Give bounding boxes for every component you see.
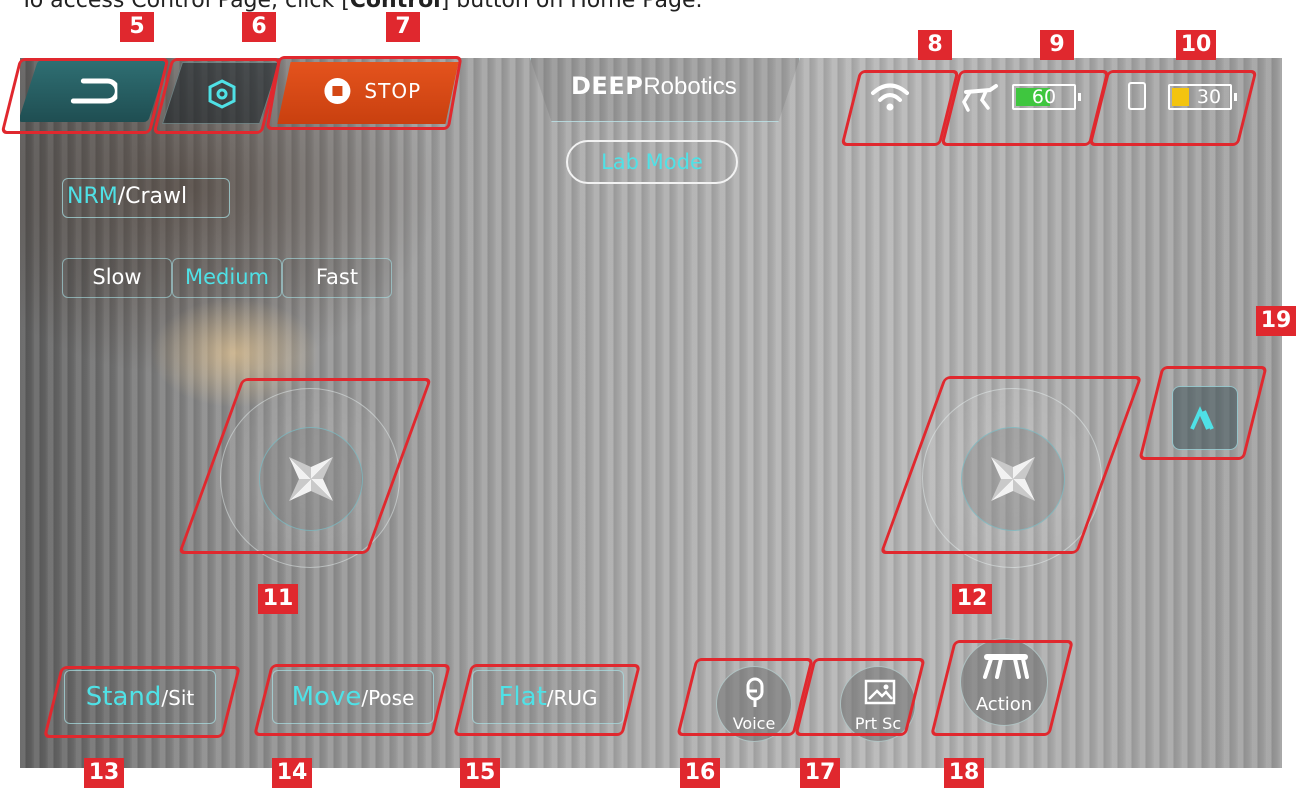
label-7: 7: [386, 12, 420, 42]
highlight-14: [253, 664, 451, 736]
gait-primary: NRM: [67, 184, 118, 209]
label-14: 14: [272, 758, 312, 788]
label-18: 18: [944, 758, 984, 788]
lab-mode-badge: Lab Mode: [566, 140, 738, 184]
gait-secondary: /Crawl: [117, 184, 188, 209]
highlight-18: [930, 640, 1074, 736]
speed-fast[interactable]: Fast: [282, 258, 392, 298]
speed-slow[interactable]: Slow: [62, 258, 172, 298]
gait-toggle[interactable]: NRM/Crawl: [62, 178, 230, 218]
brand-bold: DEEP: [571, 72, 644, 100]
highlight-7: [265, 56, 463, 130]
highlight-15: [453, 664, 641, 736]
highlight-17: [794, 658, 926, 736]
label-19: 19: [1256, 306, 1296, 336]
highlight-16: [676, 658, 814, 736]
speed-medium[interactable]: Medium: [172, 258, 282, 298]
label-6: 6: [242, 12, 276, 42]
highlight-13: [43, 666, 241, 738]
label-8: 8: [918, 30, 952, 60]
label-9: 9: [1040, 30, 1074, 60]
label-12: 12: [952, 584, 992, 614]
label-11: 11: [258, 584, 298, 614]
highlight-6: [152, 58, 282, 134]
label-17: 17: [800, 758, 840, 788]
caption-suffix: ] button on Home Page.: [440, 0, 703, 13]
label-16: 16: [680, 758, 720, 788]
label-10: 10: [1176, 30, 1216, 60]
brand-logo: DEEPRobotics: [530, 58, 800, 122]
highlight-10: [1088, 70, 1258, 146]
label-15: 15: [460, 758, 500, 788]
highlight-9: [940, 70, 1110, 146]
caption-text: To access Control Page, click [: [20, 0, 350, 13]
label-13: 13: [84, 758, 124, 788]
highlight-5: [0, 58, 170, 134]
speed-selector: Slow Medium Fast: [62, 258, 392, 298]
control-page-figure: To access Control Page, click [Control] …: [0, 0, 1298, 789]
highlight-8: [840, 70, 960, 146]
label-5: 5: [120, 12, 154, 42]
brand-rest: Robotics: [643, 73, 737, 100]
